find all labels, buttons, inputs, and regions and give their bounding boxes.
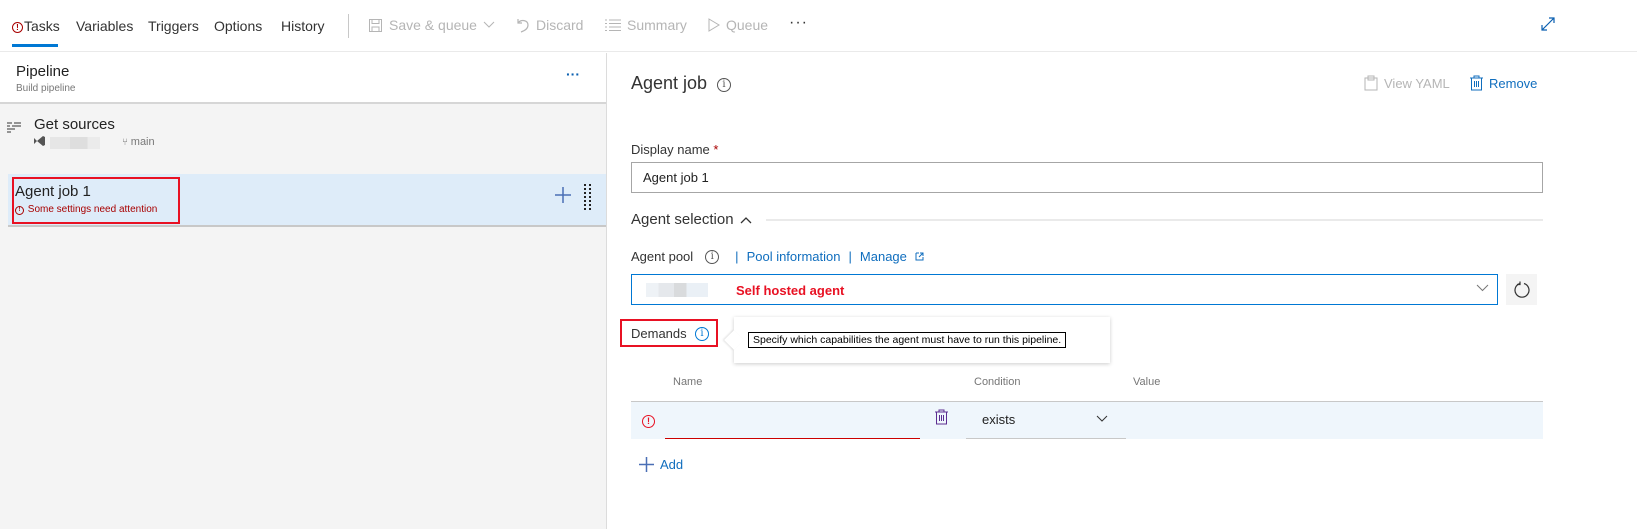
demands-label: Demands <box>631 326 687 341</box>
branch-name: main <box>130 136 155 148</box>
delete-demand-button[interactable] <box>935 409 948 430</box>
agent-pool-selected: Self hosted agent <box>736 283 845 298</box>
display-name-text: Display name <box>631 142 710 157</box>
active-tab-indicator <box>12 44 58 47</box>
more-actions-button[interactable]: ··· <box>789 14 808 32</box>
agent-job-details: Agent job i View YAML Remove Display nam… <box>608 53 1637 529</box>
info-icon[interactable]: i <box>695 327 709 341</box>
tab-tasks-label: Tasks <box>24 18 60 34</box>
demands-tooltip: Specify which capabilities the agent mus… <box>748 332 1067 348</box>
get-sources-item[interactable]: Get sources ⑂ main <box>0 111 606 166</box>
chevron-down-icon <box>1096 415 1108 422</box>
undo-icon <box>517 19 529 33</box>
details-title: Agent job <box>631 73 708 93</box>
add-task-icon[interactable] <box>554 186 572 209</box>
trash-icon <box>935 409 948 425</box>
column-header-condition: Condition <box>974 376 1021 388</box>
list-icon <box>605 19 621 31</box>
chevron-down-icon <box>1476 284 1489 292</box>
tab-history[interactable]: History <box>281 18 325 34</box>
condition-value: exists <box>982 412 1016 427</box>
save-icon <box>369 18 382 32</box>
agent-job-title: Agent job 1 <box>15 183 91 200</box>
queue-label: Queue <box>726 17 769 33</box>
remove-label: Remove <box>1489 75 1538 91</box>
view-yaml-button[interactable]: View YAML <box>1364 75 1450 91</box>
save-queue-button[interactable]: Save & queue <box>368 17 495 33</box>
agent-job-warning: ! Some settings need attention <box>15 204 157 215</box>
info-icon[interactable]: i <box>717 78 731 92</box>
discard-button[interactable]: Discard <box>516 17 583 33</box>
add-label: Add <box>660 457 684 472</box>
column-header-value: Value <box>1133 376 1161 388</box>
branch-icon: ⑂ <box>122 137 131 148</box>
summary-label: Summary <box>627 17 687 33</box>
save-queue-label: Save & queue <box>389 17 477 33</box>
tab-options[interactable]: Options <box>214 18 262 34</box>
warning-icon: ! <box>15 206 24 215</box>
refresh-button[interactable] <box>1506 274 1537 305</box>
agent-job-warning-text: Some settings need attention <box>27 204 158 215</box>
toolbar-divider <box>348 14 349 38</box>
pipeline-subtitle: Build pipeline <box>16 83 76 94</box>
agent-pool-dropdown[interactable]: Self hosted agent <box>631 274 1498 305</box>
pool-information-link[interactable]: Pool information <box>747 249 841 264</box>
agent-selection-header[interactable]: Agent selection <box>631 211 752 228</box>
demand-name-input[interactable] <box>665 406 920 439</box>
required-marker: * <box>713 142 719 157</box>
play-icon <box>708 18 720 32</box>
display-name-input[interactable] <box>631 162 1543 193</box>
external-link-icon <box>915 252 924 261</box>
drag-handle-icon[interactable] <box>584 184 592 217</box>
chevron-up-icon <box>740 216 752 223</box>
discard-label: Discard <box>536 17 584 33</box>
sources-icon <box>7 121 21 139</box>
clipboard-icon <box>1364 75 1378 91</box>
pool-icon-redacted <box>646 283 708 297</box>
info-icon[interactable]: i <box>705 249 720 264</box>
pipeline-header[interactable]: Pipeline Build pipeline ··· <box>0 53 606 104</box>
section-divider <box>766 219 1543 221</box>
tab-variables[interactable]: Variables <box>76 18 133 34</box>
add-demand-button[interactable]: Add <box>639 457 683 472</box>
top-toolbar: ! Tasks Variables Triggers Options Histor… <box>0 0 1637 52</box>
pipeline-pane: Pipeline Build pipeline ··· Get sources … <box>0 53 607 529</box>
agent-job-item[interactable]: Agent job 1 ! Some settings need attenti… <box>8 174 606 227</box>
warning-icon: ! <box>12 22 23 33</box>
agent-pool-row: Agent pool i | Pool information | Manage <box>631 249 924 264</box>
queue-button[interactable]: Queue <box>708 17 768 33</box>
summary-button[interactable]: Summary <box>605 17 687 33</box>
expand-icon[interactable] <box>1540 16 1556 37</box>
repo-icon <box>34 136 45 149</box>
tab-triggers[interactable]: Triggers <box>148 18 199 34</box>
display-name-label: Display name * <box>631 142 718 157</box>
column-header-name: Name <box>673 376 703 388</box>
tab-tasks[interactable]: ! Tasks <box>12 18 60 34</box>
manage-link[interactable]: Manage <box>860 249 907 264</box>
link-separator: | <box>848 249 852 264</box>
error-icon: ! <box>642 415 655 428</box>
table-row: ! exists <box>631 401 1543 439</box>
agent-pool-label: Agent pool <box>631 249 694 264</box>
branch-label: ⑂ main <box>122 136 155 148</box>
refresh-icon <box>1513 281 1530 298</box>
chevron-down-icon <box>483 21 495 28</box>
agent-selection-label: Agent selection <box>631 211 734 228</box>
plus-icon <box>639 457 654 472</box>
link-separator: | <box>735 249 739 264</box>
pipeline-title: Pipeline <box>16 63 70 80</box>
remove-button[interactable]: Remove <box>1470 75 1537 91</box>
trash-icon <box>1470 75 1483 91</box>
pipeline-more-button[interactable]: ··· <box>566 66 580 82</box>
view-yaml-label: View YAML <box>1384 75 1450 91</box>
repo-name-redacted <box>50 137 100 149</box>
condition-dropdown[interactable]: exists <box>966 402 1126 439</box>
get-sources-title: Get sources <box>34 116 115 133</box>
